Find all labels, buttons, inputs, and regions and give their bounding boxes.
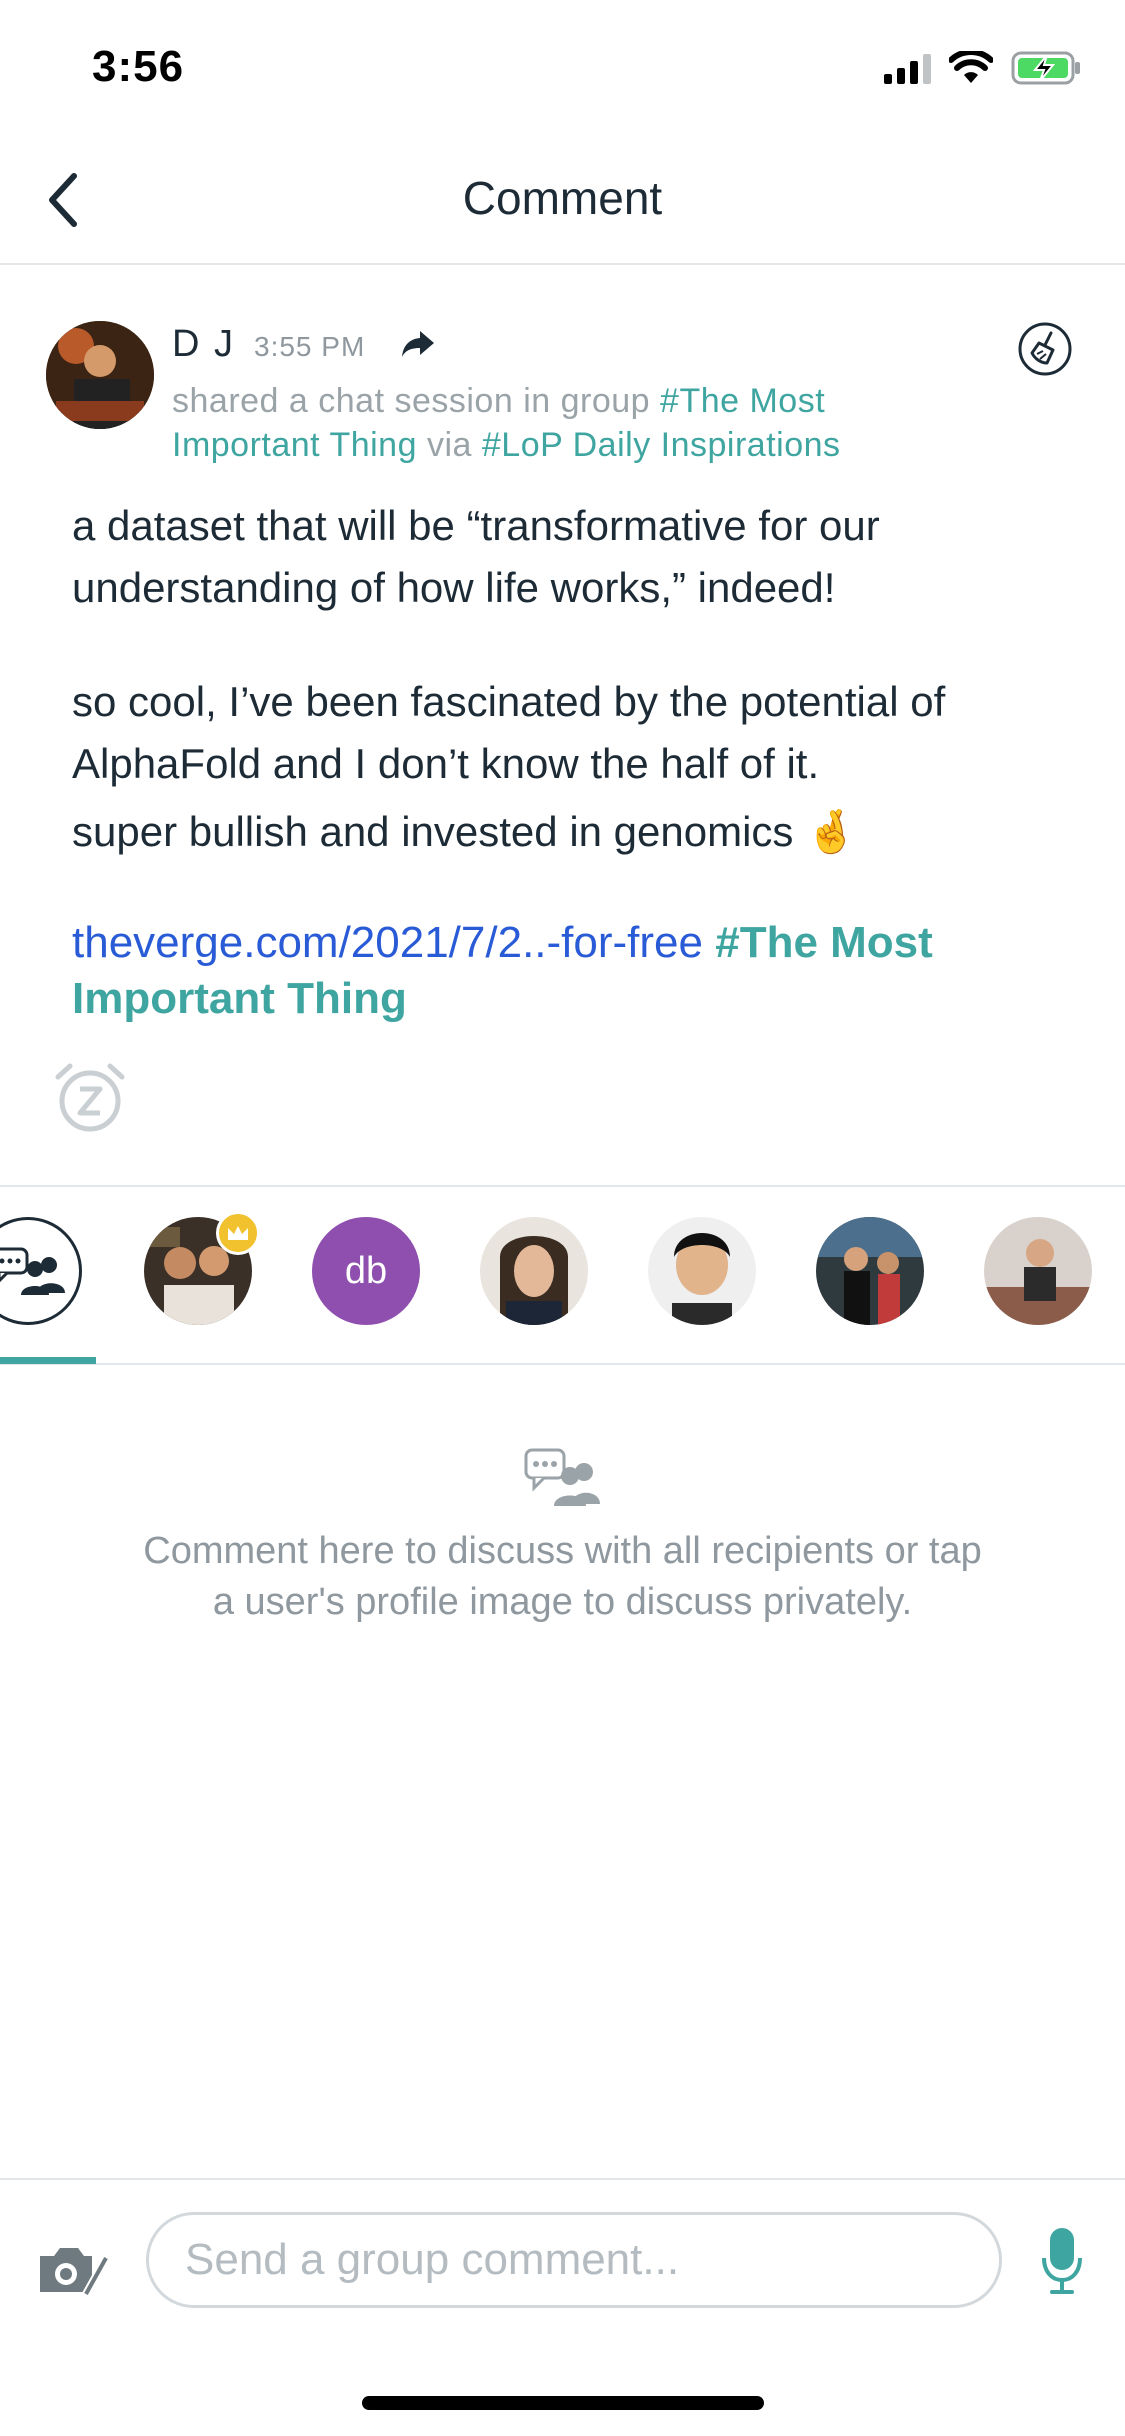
group-discussion-tab[interactable] <box>0 1217 82 1325</box>
post-link-line: theverge.com/2021/7/2..-for-free #The Mo… <box>72 915 1052 1027</box>
article-link[interactable]: theverge.com/2021/7/2..-for-free <box>72 918 703 967</box>
microphone-icon[interactable] <box>1040 2226 1084 2296</box>
recipient-avatar[interactable] <box>648 1217 756 1325</box>
recipient-avatar[interactable] <box>480 1217 588 1325</box>
recipient-photo <box>816 1217 924 1325</box>
avatar-initials: db <box>344 1249 388 1292</box>
status-bar: 3:56 <box>0 0 1125 135</box>
group-comment-input[interactable] <box>146 2212 1002 2308</box>
author-photo <box>46 321 154 429</box>
post-paragraph: a dataset that will be “transformative f… <box>72 502 880 611</box>
recipient-photo <box>480 1217 588 1325</box>
via-text: via <box>426 426 472 464</box>
recipient-avatar-initials[interactable]: db <box>312 1217 420 1325</box>
author-avatar[interactable] <box>46 321 154 429</box>
source-tag-link[interactable]: #LoP Daily Inspirations <box>482 426 841 464</box>
home-indicator <box>362 2396 764 2410</box>
camera-icon[interactable] <box>36 2242 112 2298</box>
group-chat-icon <box>0 1247 65 1295</box>
status-time: 3:56 <box>92 42 185 91</box>
post: D J 3:55 PM shared a chat session in gro… <box>0 267 1125 1185</box>
wifi-icon <box>949 51 993 83</box>
snooze-alarm-icon[interactable] <box>50 1059 130 1135</box>
post-paragraph: so cool, I’ve been fascinated by the pot… <box>72 678 946 787</box>
forward-share-icon[interactable] <box>400 329 436 359</box>
crown-badge-icon <box>216 1211 260 1255</box>
battery-charging-icon <box>1011 51 1080 85</box>
nav-header: Comment <box>0 135 1125 265</box>
post-body: a dataset that will be “transformative f… <box>72 495 1052 863</box>
post-timestamp: 3:55 PM <box>254 331 366 362</box>
compose-bar <box>0 2178 1125 2328</box>
recipient-photo <box>648 1217 756 1325</box>
recipient-photo <box>984 1217 1092 1325</box>
shared-prefix: shared a chat session in group <box>172 382 651 420</box>
selected-tab-indicator <box>0 1357 96 1364</box>
status-icons <box>884 48 1083 88</box>
discussion-icon <box>524 1448 600 1506</box>
recipient-avatar[interactable] <box>984 1217 1092 1325</box>
post-paragraph: super bullish and invested in genomics 🤞 <box>72 808 858 855</box>
empty-state-message: Comment here to discuss with all recipie… <box>143 1530 982 1623</box>
recipient-avatar[interactable] <box>816 1217 924 1325</box>
page-title: Comment <box>462 172 663 224</box>
shared-description: shared a chat session in group #The Most… <box>172 379 972 467</box>
recipients-bar: db <box>0 1185 1125 1365</box>
cellular-signal-icon <box>884 52 931 84</box>
broom-clear-icon[interactable] <box>1017 321 1073 377</box>
author-name[interactable]: D J <box>172 323 235 366</box>
